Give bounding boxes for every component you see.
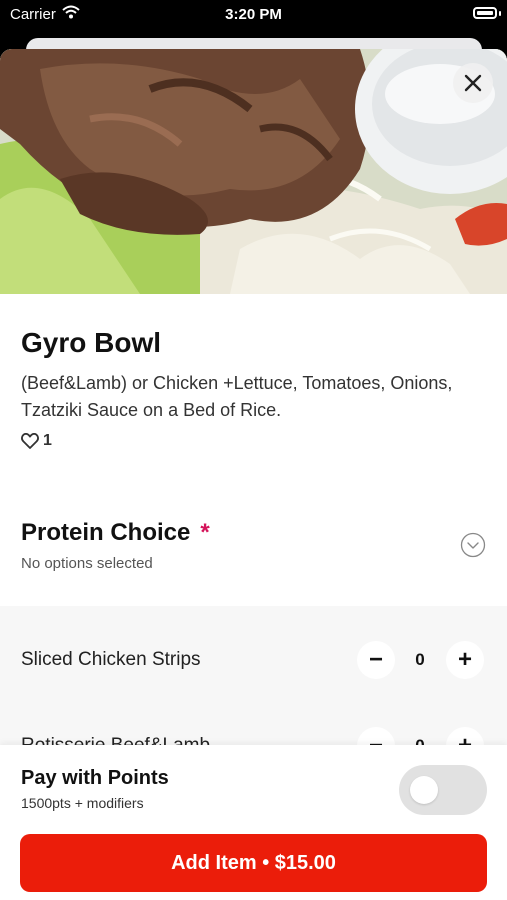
item-title: Gyro Bowl (21, 327, 162, 358)
section-subtitle: No options selected (21, 555, 153, 572)
pay-with-points-toggle[interactable] (399, 765, 487, 815)
heart-icon (21, 433, 39, 449)
toggle-knob (410, 776, 438, 804)
checkout-footer: Pay with Points 1500pts + modifiers Add … (0, 745, 507, 900)
battery-tip (499, 11, 501, 16)
chevron-down-icon[interactable] (460, 532, 486, 558)
like-count: 1 (43, 432, 52, 449)
section-title: Protein Choice * (21, 519, 210, 547)
points-title: Pay with Points (21, 767, 169, 789)
status-bar: Carrier 3:20 PM (0, 0, 507, 30)
option-label: Sliced Chicken Strips (21, 649, 201, 670)
item-detail-sheet: Gyro Bowl (Beef&Lamb) or Chicken +Lettuc… (0, 49, 507, 900)
points-subtitle: 1500pts + modifiers (21, 795, 144, 811)
increment-button[interactable]: + (446, 641, 484, 679)
add-item-button[interactable]: Add Item • $15.00 (20, 834, 487, 892)
battery-icon (473, 7, 497, 19)
required-indicator: * (200, 519, 210, 546)
quantity-value: 0 (415, 650, 425, 669)
item-photo (0, 49, 507, 294)
close-button[interactable] (453, 63, 493, 103)
status-time: 3:20 PM (225, 6, 282, 23)
close-icon (464, 74, 482, 92)
decrement-button[interactable]: − (357, 641, 395, 679)
like-button[interactable]: 1 (21, 432, 52, 450)
item-description: (Beef&Lamb) or Chicken +Lettuce, Tomatoe… (21, 373, 453, 420)
protein-choice-header[interactable]: Protein Choice * No options selected (0, 507, 507, 607)
option-row: Sliced Chicken Strips − 0 + (0, 629, 507, 689)
section-title-text: Protein Choice (21, 519, 191, 546)
